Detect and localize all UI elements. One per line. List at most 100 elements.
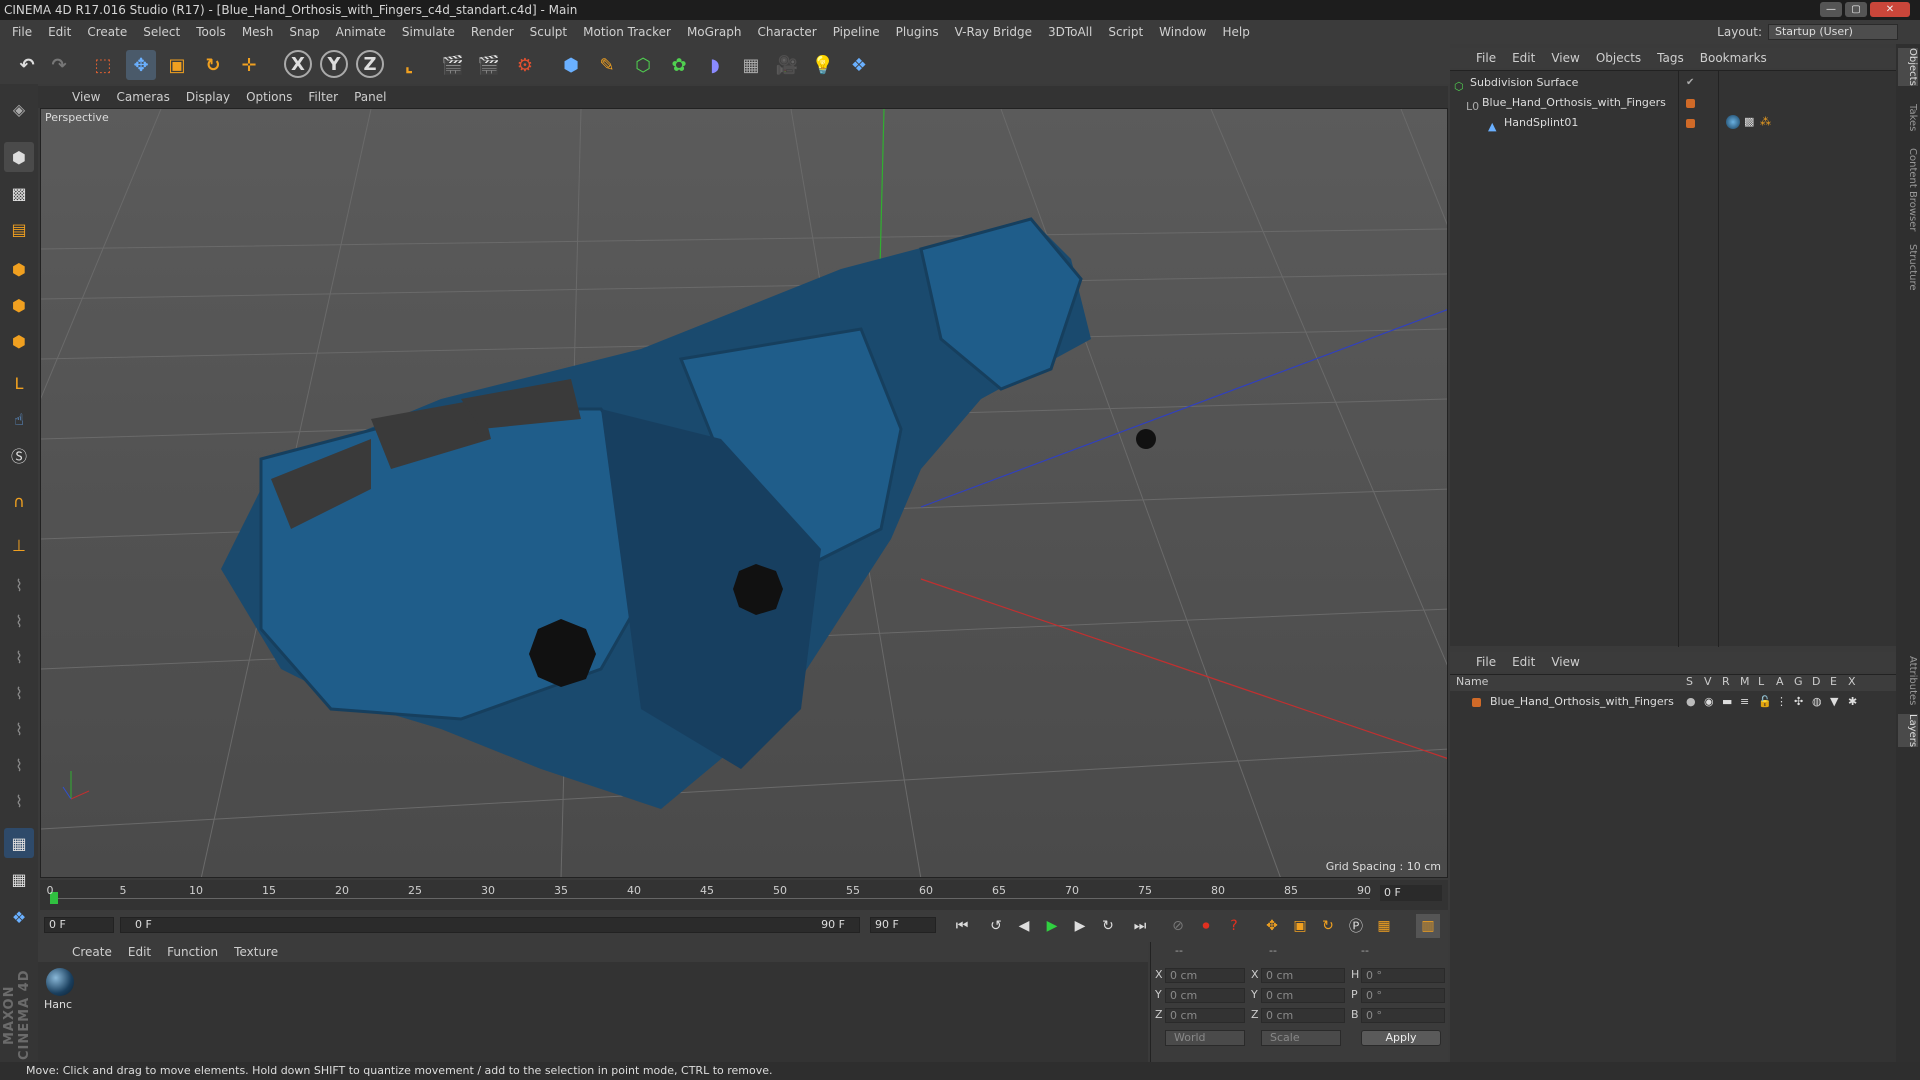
apply-button[interactable]: Apply	[1361, 1030, 1441, 1046]
key-parameter-icon[interactable]: Ⓟ	[1344, 914, 1368, 938]
tab-takes[interactable]: Takes	[1898, 104, 1918, 131]
model-mode-icon[interactable]: ⬢	[4, 142, 34, 172]
workplane-icon[interactable]: ▤	[4, 214, 34, 244]
material-tag-icon[interactable]	[1726, 115, 1740, 129]
coordinate-space-dropdown[interactable]: World	[1165, 1030, 1245, 1046]
menu-sculpt[interactable]: Sculpt	[522, 25, 575, 39]
menu-mesh[interactable]: Mesh	[234, 25, 282, 39]
texture-tag-icon[interactable]: ▩	[1744, 115, 1754, 128]
subdivision-enabled-check-icon[interactable]: ✔	[1686, 77, 1694, 88]
3d-viewport[interactable]: Perspective Grid Spacing : 10 cm	[40, 108, 1448, 878]
tab-structure[interactable]: Structure	[1898, 244, 1918, 291]
viewport-menu-filter[interactable]: Filter	[300, 90, 346, 104]
layer-color-swatch[interactable]	[1472, 698, 1481, 707]
grid-lock-icon[interactable]: ▦	[4, 828, 34, 858]
start-frame-field[interactable]: 0 F	[44, 917, 114, 933]
material-menu-create[interactable]: Create	[64, 945, 120, 959]
timeline-layout-icon[interactable]: ▥	[1416, 914, 1440, 938]
menu-script[interactable]: Script	[1100, 25, 1151, 39]
objects-menu-view[interactable]: View	[1543, 51, 1587, 65]
menu-animate[interactable]: Animate	[328, 25, 394, 39]
polygons-mode-icon[interactable]: ⬢	[4, 326, 34, 356]
layers-menu-view[interactable]: View	[1543, 655, 1587, 669]
undo-icon[interactable]: ↶	[12, 50, 42, 80]
layer-visible-icon[interactable]: ◉	[1704, 693, 1714, 711]
menu-window[interactable]: Window	[1151, 25, 1214, 39]
tab-layers[interactable]: Layers	[1898, 714, 1918, 748]
layer-color-swatch[interactable]	[1686, 119, 1695, 128]
menu-character[interactable]: Character	[749, 25, 824, 39]
material-menu-texture[interactable]: Texture	[226, 945, 286, 959]
key-position-icon[interactable]: ✥	[1260, 914, 1284, 938]
objects-menu-bookmarks[interactable]: Bookmarks	[1692, 51, 1775, 65]
hand-orthosis-model[interactable]	[221, 217, 1156, 809]
object-row[interactable]: L0 Blue_Hand_Orthosis_with_Fingers	[1450, 93, 1680, 113]
edges-mode-icon[interactable]: ⬢	[4, 290, 34, 320]
scale-tool-icon[interactable]: ▣	[162, 50, 192, 80]
menu-snap[interactable]: Snap	[281, 25, 327, 39]
x-axis-lock-icon[interactable]: X	[284, 50, 312, 78]
layers-menu-edit[interactable]: Edit	[1504, 655, 1543, 669]
render-view-icon[interactable]: 🎬	[438, 50, 468, 80]
layer-color-swatch[interactable]	[1686, 99, 1695, 108]
keyframe-selection-icon[interactable]: ?	[1222, 914, 1246, 938]
tab-attributes[interactable]: Attributes	[1898, 656, 1918, 705]
recent-tool-icon[interactable]: ✛	[234, 50, 264, 80]
objects-menu-edit[interactable]: Edit	[1504, 51, 1543, 65]
timeline[interactable]: 0 5 10 15 20 25 30 35 40 45 50 55 60 65 …	[40, 880, 1448, 910]
magnet-icon[interactable]: ∩	[4, 486, 34, 516]
render-picture-viewer-icon[interactable]: 🎬	[474, 50, 504, 80]
menu-pipeline[interactable]: Pipeline	[825, 25, 888, 39]
position-x-field[interactable]: 0 cm	[1165, 968, 1245, 983]
coordinate-system-icon[interactable]: ⌞	[394, 50, 424, 80]
object-row[interactable]: ⬡ Subdivision Surface	[1450, 73, 1680, 93]
minimize-button[interactable]: —	[1820, 2, 1842, 17]
viewport-menu-view[interactable]: View	[64, 90, 108, 104]
layer-row[interactable]: Blue_Hand_Orthosis_with_Fingers ● ◉ ▬ ≡ …	[1450, 693, 1896, 711]
size-z-field[interactable]: 0 cm	[1261, 1008, 1345, 1023]
rotation-h-field[interactable]: 0 °	[1361, 968, 1445, 983]
subdivision-surface-icon[interactable]: ⬡	[628, 50, 658, 80]
deformer-icon[interactable]: ◗	[700, 50, 730, 80]
size-y-field[interactable]: 0 cm	[1261, 988, 1345, 1003]
render-settings-icon[interactable]: ⚙	[510, 50, 540, 80]
cube-object-icon[interactable]: ⬢	[556, 50, 586, 80]
viewport-menu-panel[interactable]: Panel	[346, 90, 394, 104]
layer-animation-icon[interactable]: ⋮	[1776, 693, 1787, 711]
objects-menu-objects[interactable]: Objects	[1588, 51, 1649, 65]
current-frame-field[interactable]: 0 F	[1380, 885, 1442, 901]
layer-expressions-icon[interactable]: ▼	[1830, 693, 1838, 711]
previous-key-icon[interactable]: ↺	[984, 914, 1008, 938]
next-frame-icon[interactable]: ▶	[1068, 914, 1092, 938]
key-scale-icon[interactable]: ▣	[1288, 914, 1312, 938]
move-tool-icon[interactable]: ✥	[126, 50, 156, 80]
tab-objects[interactable]: Objects	[1898, 48, 1918, 86]
menu-3dtoall[interactable]: 3DToAll	[1040, 25, 1100, 39]
layer-solo-icon[interactable]: ●	[1686, 693, 1696, 711]
size-x-field[interactable]: 0 cm	[1261, 968, 1345, 983]
sculpt-tool-2-icon[interactable]: ⌇	[4, 606, 34, 636]
camera-icon[interactable]: 🎥	[772, 50, 802, 80]
restore-button[interactable]: ▢	[1845, 2, 1867, 17]
sculpt-tool-7-icon[interactable]: ⌇	[4, 786, 34, 816]
axis-mode-icon[interactable]: L	[4, 368, 34, 398]
key-rotation-icon[interactable]: ↻	[1316, 914, 1340, 938]
sculpt-tool-5-icon[interactable]: ⌇	[4, 714, 34, 744]
position-z-field[interactable]: 0 cm	[1165, 1008, 1245, 1023]
menu-help[interactable]: Help	[1214, 25, 1257, 39]
viewport-menu-cameras[interactable]: Cameras	[108, 90, 177, 104]
objects-menu-file[interactable]: File	[1468, 51, 1504, 65]
menu-simulate[interactable]: Simulate	[394, 25, 463, 39]
material-menu-edit[interactable]: Edit	[120, 945, 159, 959]
layers-menu-file[interactable]: File	[1468, 655, 1504, 669]
rotate-tool-icon[interactable]: ↻	[198, 50, 228, 80]
record-keys-icon[interactable]: ⊘	[1166, 914, 1190, 938]
layer-generators-icon[interactable]: ✣	[1794, 693, 1803, 711]
sculpt-tool-3-icon[interactable]: ⌇	[4, 642, 34, 672]
end-frame-field[interactable]: 90 F	[870, 917, 936, 933]
sculpt-tool-6-icon[interactable]: ⌇	[4, 750, 34, 780]
axis-lock-icon[interactable]: ⊥	[4, 530, 34, 560]
objects-menu-tags[interactable]: Tags	[1649, 51, 1692, 65]
redo-icon[interactable]: ↷	[44, 50, 74, 80]
transform-mode-dropdown[interactable]: Scale	[1261, 1030, 1341, 1046]
